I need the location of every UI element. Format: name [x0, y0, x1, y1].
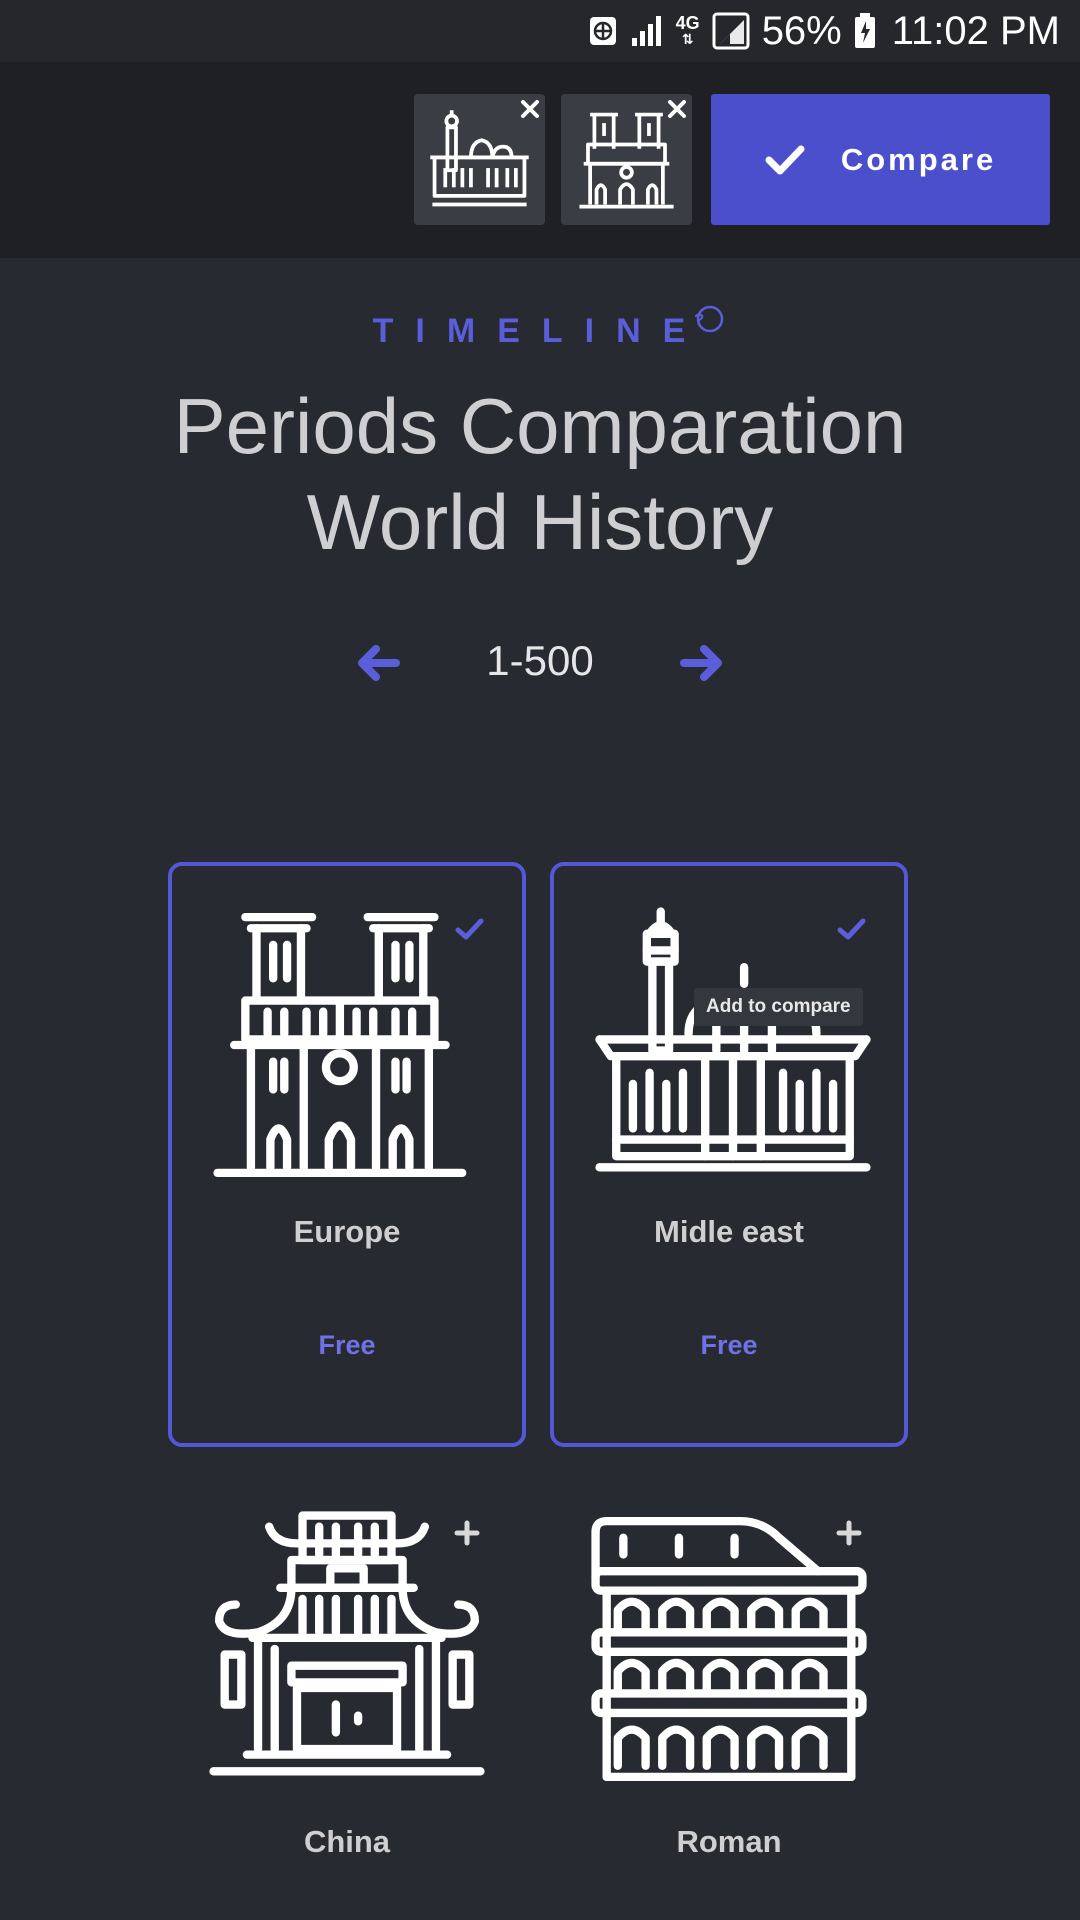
card-price: Free: [318, 1330, 376, 1360]
remove-icon[interactable]: [517, 96, 543, 122]
card-title: Midle east: [654, 1214, 804, 1249]
compare-thumbnail-middle-east[interactable]: [414, 94, 545, 225]
checked-icon: [837, 918, 866, 940]
range-pager: 1-500: [0, 635, 1080, 695]
signal-icon: [631, 16, 661, 46]
checked-icon: [455, 918, 484, 940]
status-bar: 4G ⇅ 56% 11:02 PM: [0, 0, 1080, 62]
mosque-icon: [430, 110, 529, 207]
compare-bar: Compare: [0, 62, 1080, 258]
period-card-china[interactable]: China: [168, 1468, 526, 1888]
help-icon[interactable]: ?: [695, 304, 725, 334]
cathedral-icon: [213, 912, 467, 1178]
colosseum-icon: [591, 1516, 867, 1782]
card-title: Europe: [293, 1214, 401, 1249]
period-card-europe[interactable]: Europe Free: [168, 862, 526, 1447]
range-label: 1-500: [486, 637, 594, 684]
signal-2-icon: [712, 12, 750, 50]
arrow-right-icon[interactable]: [680, 641, 724, 685]
period-card-roman[interactable]: Roman: [550, 1468, 908, 1888]
cathedral-icon: [579, 112, 674, 209]
vpn-icon: [589, 17, 616, 45]
battery-icon: [854, 13, 875, 48]
mosque-icon: [595, 907, 871, 1172]
card-price: Free: [700, 1330, 758, 1360]
card-title: Roman: [676, 1824, 782, 1859]
remove-icon[interactable]: [664, 96, 690, 122]
pagoda-icon: [209, 1511, 485, 1776]
add-to-compare-tooltip: Add to compare: [694, 988, 863, 1026]
compare-thumbnail-europe[interactable]: [561, 94, 692, 225]
check-icon: [765, 145, 805, 174]
compare-button-label: Compare: [840, 141, 997, 177]
page-title: Periods Comparation World History: [173, 382, 907, 566]
section-kicker: TIMELINE ?: [0, 305, 1080, 351]
plus-icon[interactable]: [452, 1518, 482, 1548]
network-type: 4G ⇅: [675, 13, 700, 47]
period-card-middle-east[interactable]: Add to compare Midle east Free: [550, 862, 908, 1447]
plus-icon[interactable]: [834, 1518, 864, 1548]
battery-percent: 56%: [761, 8, 842, 53]
clock: 11:02 PM: [891, 8, 1060, 53]
arrow-left-icon[interactable]: [356, 641, 400, 685]
svg-text:?: ?: [695, 310, 725, 329]
compare-button[interactable]: Compare: [711, 94, 1050, 225]
card-title: China: [303, 1824, 391, 1859]
